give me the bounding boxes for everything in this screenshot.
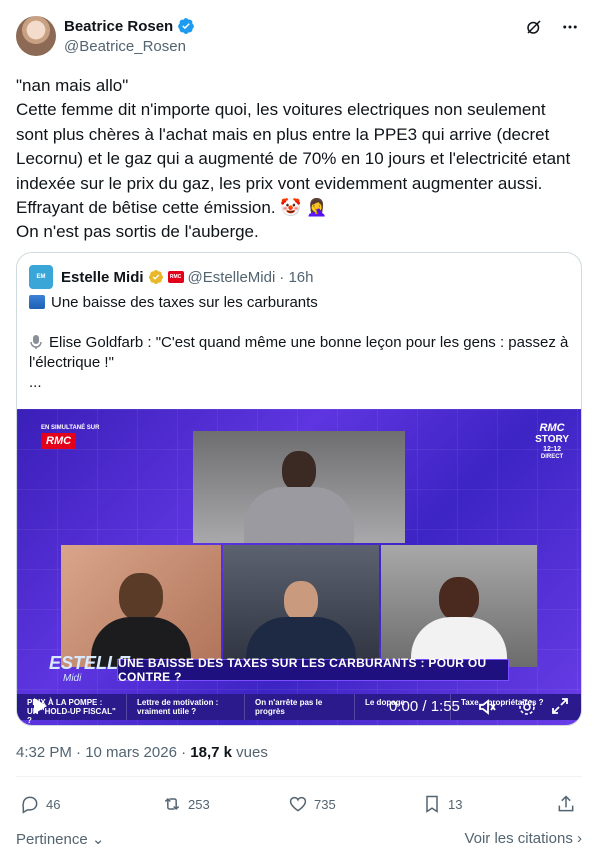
play-icon[interactable] (31, 697, 49, 715)
quote-line-2: Elise Goldfarb : "C'est quand même une b… (29, 333, 569, 373)
quote-time: · 16h (279, 268, 314, 286)
flag-emoji-icon (29, 295, 45, 309)
repost-count: 253 (188, 796, 210, 812)
video-panel-guest-left (61, 545, 221, 667)
quote-ellipsis: ... (29, 374, 42, 391)
tweet-line: Effrayant de bêtise cette émission. 🤡 🤦‍… (16, 198, 328, 218)
guest-mid-head (284, 581, 318, 621)
bookmark-button[interactable]: 13 (422, 794, 462, 814)
video-player[interactable]: EN SIMULTANÉ SUR RMC RMC STORY 12:12 DIR… (17, 409, 581, 725)
quote-line-1: Une baisse des taxes sur les carburants (29, 293, 569, 313)
presenter-body (244, 487, 354, 543)
quote-handle[interactable]: @EstelleMidi (188, 269, 276, 286)
like-count: 735 (314, 796, 336, 812)
tweet-line: Cette femme dit n'importe quoi, les voit… (16, 100, 575, 193)
verified-badge-icon (178, 18, 195, 34)
reply-icon (22, 796, 38, 814)
settings-icon[interactable] (517, 697, 537, 717)
sort-relevance-dropdown[interactable]: Pertinence ⌄ (16, 830, 104, 848)
quote-avatar[interactable]: EM (29, 265, 53, 289)
quote-line-1-text: Une baisse des taxes sur les carburants (51, 294, 318, 311)
tweet-timestamp[interactable]: 4:32 PM · 10 mars 2026 (16, 744, 177, 761)
header-actions (525, 18, 579, 36)
author-avatar[interactable] (16, 16, 56, 56)
fullscreen-icon[interactable] (551, 697, 569, 715)
presenter-figure (244, 451, 354, 543)
sort-label: Pertinence (16, 831, 88, 848)
video-panel-guest-right (381, 545, 537, 667)
share-button[interactable] (556, 794, 576, 814)
tweet-line: "nan mais allo" (16, 76, 129, 95)
tweet-line: On n'est pas sortis de l'auberge. (16, 222, 259, 242)
tweet-body: "nan mais allo" Cette femme dit n'import… (16, 74, 582, 245)
story-line-2: STORY (535, 434, 569, 445)
reply-count: 46 (46, 796, 61, 812)
action-bar: 46 253 735 13 (16, 794, 582, 818)
replies-footer: Pertinence ⌄ Voir les citations › (16, 828, 582, 848)
author-handle[interactable]: @Beatrice_Rosen (64, 38, 186, 55)
video-panel-host (193, 431, 405, 543)
rmc-logo: RMC (41, 433, 77, 449)
quoted-tweet[interactable]: EM Estelle Midi RMC @EstelleMidi · 16h U… (16, 252, 582, 726)
story-direct: DIRECT (540, 454, 564, 460)
guest-right-figure (411, 577, 507, 667)
quote-header: EM Estelle Midi RMC @EstelleMidi · 16h (29, 265, 314, 289)
guest-left-head (119, 573, 163, 621)
share-icon (558, 795, 574, 812)
chevron-down-icon: ⌄ (87, 831, 105, 848)
repost-icon (164, 797, 180, 811)
view-label: vues (236, 744, 268, 761)
guest-mid-figure (246, 581, 356, 667)
repost-button[interactable]: 253 (162, 794, 210, 814)
view-count: 18,7 k (190, 744, 232, 761)
story-time: 12:12 (543, 446, 561, 453)
author-name-row: Beatrice Rosen (64, 17, 195, 35)
microphone-icon (30, 335, 42, 349)
divider (16, 776, 582, 777)
quote-display-name[interactable]: Estelle Midi (61, 269, 144, 286)
video-headline-banner: UNE BAISSE DES TAXES SUR LES CARBURANTS … (117, 656, 509, 684)
reply-button[interactable]: 46 (20, 794, 60, 814)
meta-separator: · (181, 744, 187, 761)
more-options-icon[interactable] (561, 18, 579, 36)
bookmark-icon (426, 795, 438, 813)
chevron-right-icon: › (572, 830, 582, 847)
rmc-story-logo: RMC STORY 12:12 DIRECT (535, 423, 569, 461)
video-time: 0:00 / 1:55 (389, 698, 460, 715)
view-quotes-link[interactable]: Voir les citations › (464, 830, 582, 847)
author-display-name[interactable]: Beatrice Rosen (64, 18, 173, 35)
view-quotes-label: Voir les citations (464, 830, 573, 847)
bookmark-count: 13 (448, 796, 463, 812)
grok-icon[interactable] (525, 18, 543, 36)
video-simul-label: EN SIMULTANÉ SUR (41, 425, 100, 431)
volume-muted-icon[interactable] (477, 697, 497, 717)
heart-icon (289, 796, 307, 812)
like-button[interactable]: 735 (288, 794, 336, 814)
story-line-1: RMC (539, 422, 565, 434)
video-controls: 0:00 / 1:55 (17, 687, 581, 725)
quote-line-2-text: Elise Goldfarb : "C'est quand même une b… (29, 334, 569, 371)
gold-verified-icon (148, 270, 163, 284)
rmc-affiliate-icon: RMC (167, 271, 184, 283)
tweet-header: Beatrice Rosen @Beatrice_Rosen (16, 16, 579, 60)
tweet-meta: 4:32 PM · 10 mars 2026 · 18,7 k vues (16, 744, 268, 761)
guest-right-head (439, 577, 479, 621)
video-panel-guest-mid (223, 545, 379, 667)
presenter-head (282, 451, 316, 491)
